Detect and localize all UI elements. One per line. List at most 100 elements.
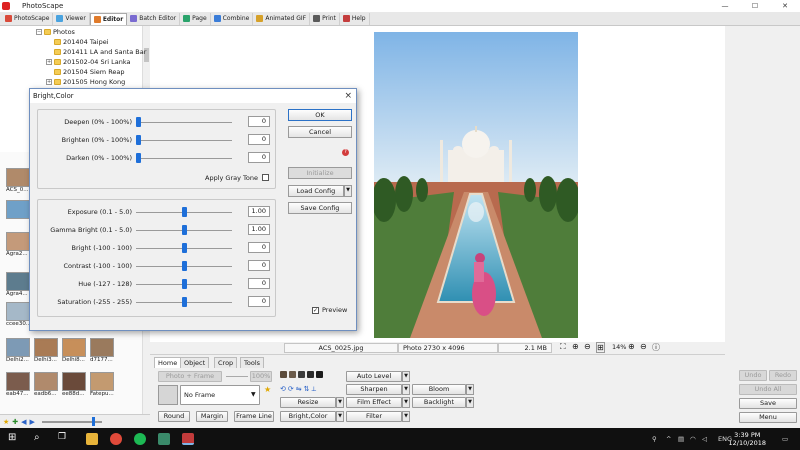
rotate-icon[interactable]: ⟲ bbox=[280, 385, 286, 394]
spotify-icon[interactable] bbox=[134, 433, 146, 445]
frame-select[interactable]: No Frame bbox=[180, 385, 260, 405]
collapse-icon[interactable]: − bbox=[36, 29, 42, 35]
thumbnail[interactable]: Delhi3... bbox=[34, 338, 58, 368]
thumbnail-size-slider[interactable] bbox=[41, 416, 102, 426]
expand-icon[interactable]: + bbox=[46, 79, 52, 85]
tab-page[interactable]: Page bbox=[180, 12, 211, 25]
close-button[interactable]: ✕ bbox=[770, 0, 800, 12]
add-icon[interactable]: ✚ bbox=[12, 418, 18, 426]
wifi-icon[interactable]: ◠ bbox=[690, 435, 696, 443]
tab-editor[interactable]: Editor bbox=[89, 12, 128, 25]
flip-v-icon[interactable]: ⇅ bbox=[304, 385, 310, 394]
favorite-star-icon[interactable]: ★ bbox=[264, 385, 271, 394]
tab-print[interactable]: Print bbox=[310, 12, 340, 25]
backlight-dropdown-icon[interactable]: ▼ bbox=[466, 397, 474, 408]
info-icon[interactable]: ⓘ bbox=[652, 342, 660, 353]
thumbnail[interactable]: d7177... bbox=[90, 338, 114, 368]
value-input[interactable]: 0 bbox=[248, 134, 270, 145]
cancel-button[interactable]: Cancel bbox=[288, 126, 352, 138]
color-swatches[interactable] bbox=[280, 371, 323, 378]
preview-checkbox[interactable]: ✓ bbox=[312, 307, 319, 314]
chrome-icon[interactable] bbox=[110, 433, 122, 445]
slider-thumb[interactable] bbox=[182, 279, 187, 289]
thumbnail[interactable]: eadb6... bbox=[34, 372, 58, 402]
thumbnail[interactable]: Delhi8... bbox=[62, 338, 86, 368]
maximize-button[interactable]: ☐ bbox=[740, 0, 770, 12]
value-input[interactable]: 0 bbox=[248, 152, 270, 163]
bottom-tab-crop[interactable]: Crop bbox=[214, 357, 238, 368]
tree-item[interactable]: 201411 LA and Santa Bar bbox=[46, 48, 146, 56]
bloom-button[interactable]: Bloom bbox=[412, 384, 466, 395]
slider-thumb[interactable] bbox=[182, 261, 187, 271]
gray-tone-checkbox[interactable] bbox=[262, 174, 269, 181]
thumbnail[interactable]: Agra4... bbox=[6, 272, 30, 302]
load-config-dropdown-icon[interactable]: ▼ bbox=[344, 185, 352, 197]
film-effect-dropdown-icon[interactable]: ▼ bbox=[402, 397, 410, 408]
volume-icon[interactable]: ◁ bbox=[702, 435, 707, 443]
film-effect-button[interactable]: Film Effect bbox=[346, 397, 402, 408]
file-explorer-icon[interactable] bbox=[86, 433, 98, 445]
people-icon[interactable]: ⚲ bbox=[652, 435, 657, 443]
thumbnail[interactable]: ACS_0... bbox=[6, 168, 30, 198]
minimize-button[interactable]: — bbox=[710, 0, 740, 12]
tree-item[interactable]: +201505 Hong Kong bbox=[46, 78, 125, 86]
filter-dropdown-icon[interactable]: ▼ bbox=[402, 411, 410, 422]
slider-thumb[interactable] bbox=[136, 117, 141, 127]
zoom-minus-icon[interactable]: ⊖ bbox=[640, 342, 647, 351]
slider-thumb[interactable] bbox=[182, 207, 187, 217]
resize-dropdown-icon[interactable]: ▼ bbox=[336, 397, 344, 408]
sharpen-dropdown-icon[interactable]: ▼ bbox=[402, 384, 410, 395]
filter-button[interactable]: Filter bbox=[346, 411, 402, 422]
frame-line-button[interactable]: Frame Line bbox=[234, 411, 274, 422]
tab-photoscape[interactable]: PhotoScape bbox=[2, 12, 54, 25]
undo-all-button[interactable]: Undo All bbox=[739, 384, 797, 395]
chevron-down-icon[interactable]: ▼ bbox=[251, 391, 256, 398]
slider-track[interactable] bbox=[136, 140, 232, 141]
photo-frame-button[interactable]: Photo + Frame bbox=[158, 371, 222, 382]
tree-item[interactable]: 201404 Taipei bbox=[46, 38, 109, 46]
thumbnail[interactable] bbox=[6, 200, 30, 230]
search-icon[interactable]: ⌕ bbox=[34, 432, 40, 443]
resize-button[interactable]: Resize bbox=[280, 397, 336, 408]
bright-color-button[interactable]: Bright,Color bbox=[280, 411, 336, 422]
actual-size-icon[interactable]: ⊞ bbox=[596, 342, 605, 353]
tree-item[interactable]: 201504 Siem Reap bbox=[46, 68, 125, 76]
initialize-button[interactable]: Initialize bbox=[288, 167, 352, 179]
ok-button[interactable]: OK bbox=[288, 109, 352, 121]
thumbnail[interactable]: ccee30... bbox=[6, 302, 30, 332]
zoom-out-icon[interactable]: ⊖ bbox=[584, 342, 591, 351]
tab-viewer[interactable]: Viewer bbox=[53, 12, 90, 25]
bottom-tab-object[interactable]: Object bbox=[180, 357, 210, 368]
thumbnail[interactable]: Delhi2... bbox=[6, 338, 30, 368]
save-config-button[interactable]: Save Config bbox=[288, 202, 352, 214]
slider-track[interactable] bbox=[136, 158, 232, 159]
slider-thumb[interactable] bbox=[182, 297, 187, 307]
fit-icon[interactable]: ⛶ bbox=[560, 342, 566, 352]
value-input[interactable]: 0 bbox=[248, 260, 270, 271]
round-button[interactable]: Round bbox=[158, 411, 190, 422]
task-view-icon[interactable]: ❐ bbox=[58, 432, 66, 442]
rotate-tools[interactable]: ⟲ ⟳ ⇋ ⇅ ⟂ bbox=[280, 385, 316, 394]
help-icon[interactable]: ? bbox=[342, 149, 349, 156]
value-input[interactable]: 0 bbox=[248, 278, 270, 289]
tab-combine[interactable]: Combine bbox=[211, 12, 254, 25]
value-input[interactable]: 1.00 bbox=[248, 224, 270, 235]
frame-size-slider[interactable] bbox=[226, 376, 248, 377]
redo-button[interactable]: Redo bbox=[769, 370, 797, 381]
slider-track[interactable] bbox=[136, 122, 232, 123]
value-input[interactable]: 0 bbox=[248, 242, 270, 253]
value-input[interactable]: 1.00 bbox=[248, 206, 270, 217]
sharpen-button[interactable]: Sharpen bbox=[346, 384, 402, 395]
tab-help[interactable]: Help bbox=[340, 12, 370, 25]
dialog-close-button[interactable]: × bbox=[344, 89, 352, 103]
notification-icon[interactable]: ▭ bbox=[782, 435, 788, 443]
slider-thumb[interactable] bbox=[182, 225, 187, 235]
thumbnail[interactable]: Fatepu... bbox=[90, 372, 114, 402]
menu-button[interactable]: Menu bbox=[739, 412, 797, 423]
thumbnail[interactable]: eab47... bbox=[6, 372, 30, 402]
bright-color-dropdown-icon[interactable]: ▼ bbox=[336, 411, 344, 422]
star-icon[interactable]: ★ bbox=[3, 418, 9, 426]
auto-level-button[interactable]: Auto Level bbox=[346, 371, 402, 382]
rotate-cw-icon[interactable]: ⟳ bbox=[288, 385, 294, 394]
backlight-button[interactable]: Backlight bbox=[412, 397, 466, 408]
